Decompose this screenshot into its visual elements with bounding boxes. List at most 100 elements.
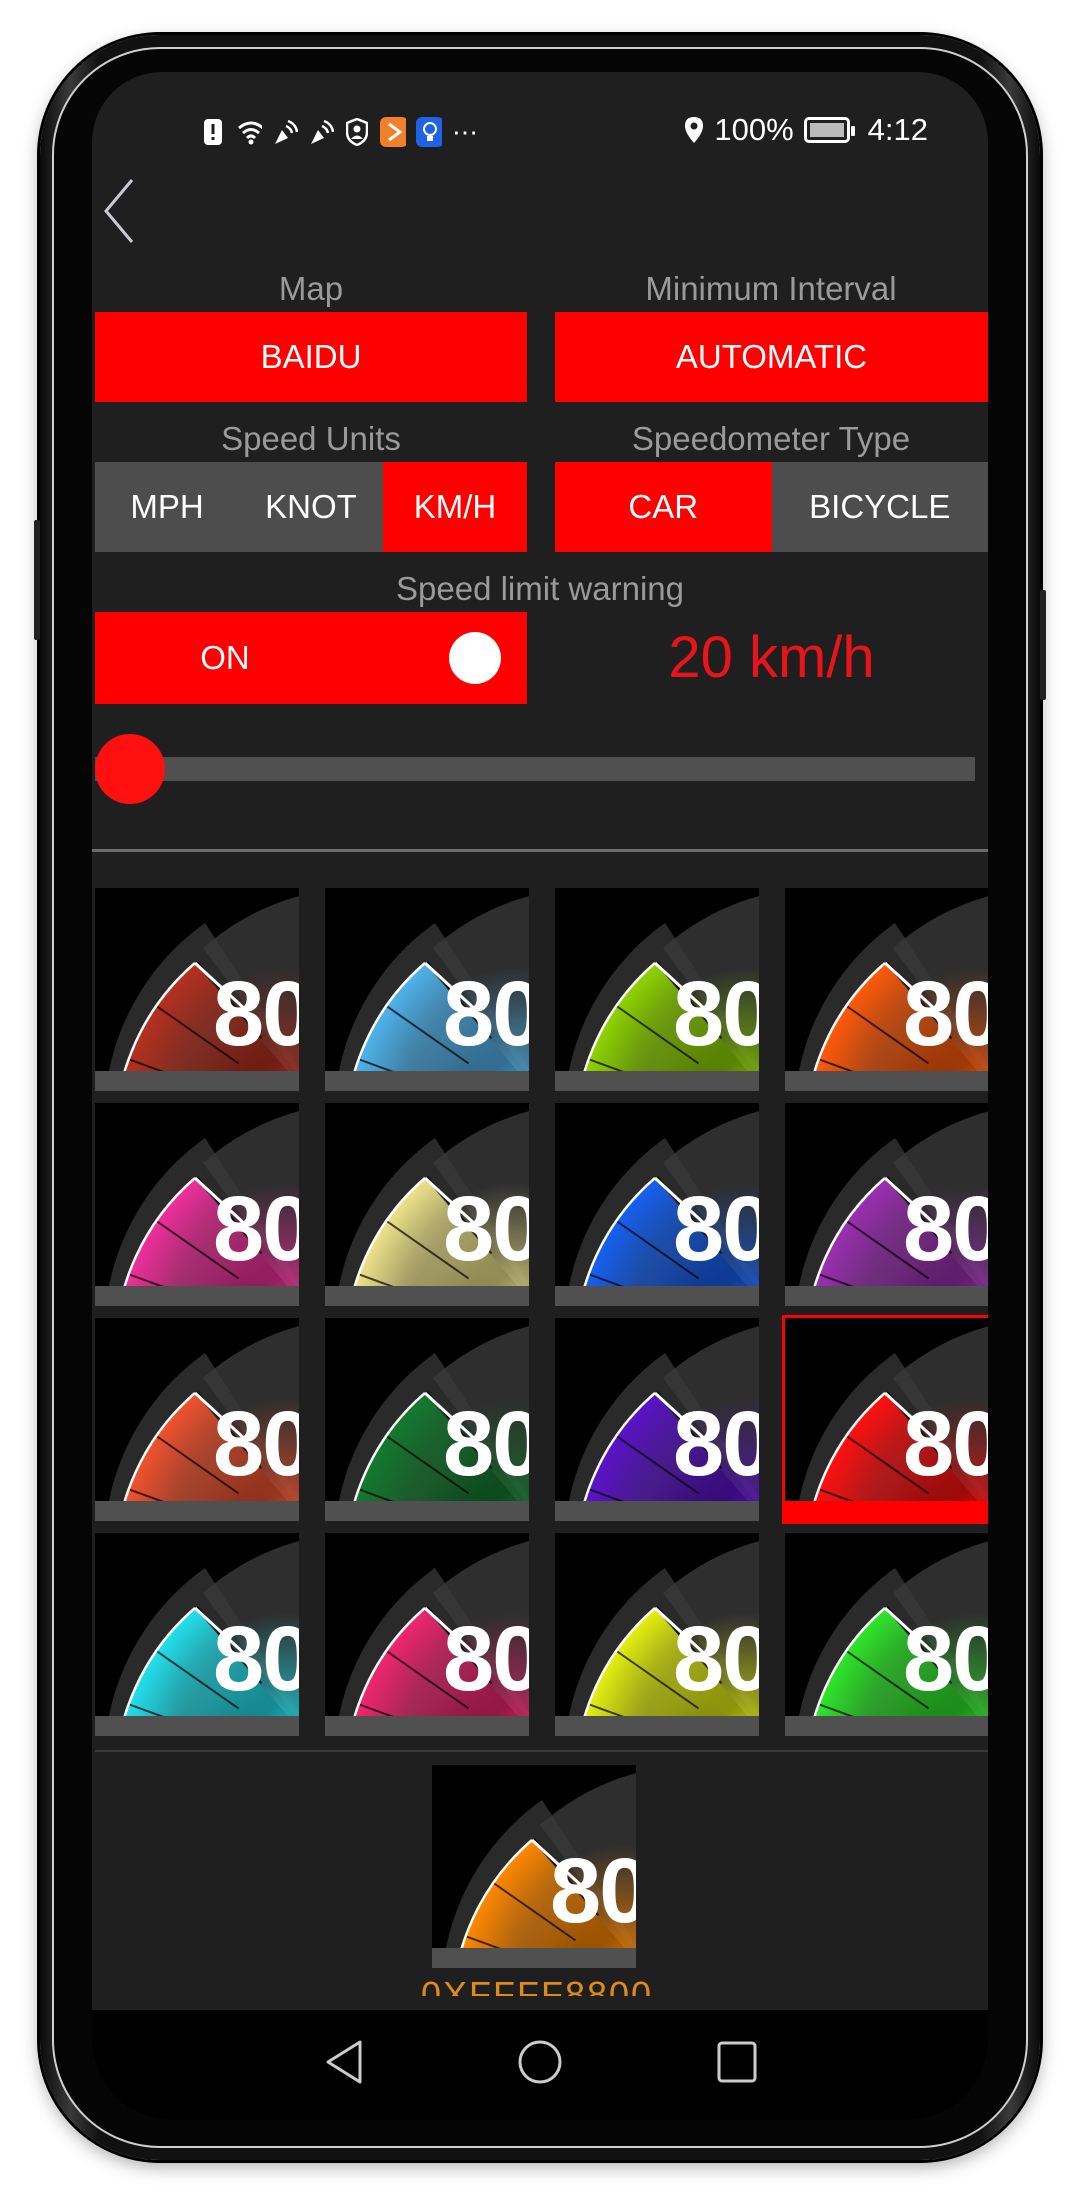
gauge-speed-number: 80 [213, 1178, 299, 1280]
toggle-knob [449, 632, 501, 684]
gauge-speed-number: 80 [443, 1178, 529, 1280]
gauge-thumbnail: 80 [555, 1533, 759, 1716]
minimum-interval-button[interactable]: AUTOMATIC [555, 312, 988, 402]
gauge-thumbnail: 80 [785, 1103, 988, 1286]
system-nav-bar [92, 2010, 988, 2120]
gauge-tile-bar [95, 1501, 299, 1521]
speed-units-label: Speed Units [221, 420, 401, 457]
nav-home-icon[interactable] [510, 2032, 570, 2092]
more-notifications-icon: ⋯ [452, 116, 478, 147]
gauge-thumbnail: 80 [95, 1533, 299, 1716]
speedometer-type-segmented: CAR BICYCLE [555, 462, 988, 552]
gauge-tile-bar [555, 1286, 759, 1306]
speedometer-type-bicycle[interactable]: BICYCLE [772, 462, 989, 552]
speed-unit-mph[interactable]: MPH [95, 462, 239, 552]
section-divider [92, 849, 988, 852]
gauge-tile-bar [785, 1501, 988, 1521]
power-button [1040, 590, 1046, 700]
gauge-color-option[interactable]: 80 [785, 1103, 988, 1306]
speed-unit-knot[interactable]: KNOT [239, 462, 383, 552]
gauge-color-option[interactable]: 80 [95, 1318, 299, 1521]
gauge-tile-bar [432, 1948, 636, 1968]
grid-divider [95, 1750, 988, 1752]
gauge-speed-number: 80 [903, 1178, 988, 1280]
gauge-color-grid: 80 80 80 80 80 80 80 80 80 80 80 80 80 8… [95, 888, 988, 1738]
app-orange-icon [380, 116, 406, 148]
gauge-speed-number: 80 [213, 1608, 299, 1710]
gauge-color-option[interactable]: 80 [785, 888, 988, 1091]
app-bulb-icon [416, 116, 442, 148]
gauge-speed-number: 80 [673, 963, 759, 1065]
speedometer-type-car[interactable]: CAR [555, 462, 772, 552]
gauge-thumbnail: 80 [555, 1318, 759, 1501]
gauge-tile-bar [785, 1071, 988, 1091]
gauge-tile-bar [325, 1501, 529, 1521]
status-right: 100% 4:12 [684, 112, 928, 148]
gauge-thumbnail: 80 [95, 1318, 299, 1501]
gauge-thumbnail: 80 [95, 1103, 299, 1286]
gauge-speed-number: 80 [550, 1840, 636, 1942]
gauge-thumbnail: 80 [325, 1533, 529, 1716]
minimum-interval-label: Minimum Interval [645, 270, 897, 307]
gauge-color-option[interactable]: 80 [555, 1103, 759, 1306]
wifi-icon [236, 116, 262, 148]
gauge-speed-number: 80 [673, 1178, 759, 1280]
gauge-tile-bar [555, 1716, 759, 1736]
speed-limit-toggle[interactable]: ON [95, 612, 527, 704]
gauge-speed-number: 80 [443, 963, 529, 1065]
speed-limit-slider-track[interactable] [95, 757, 975, 781]
gauge-tile-bar [95, 1716, 299, 1736]
signal-icon [308, 116, 334, 148]
map-select-button[interactable]: BAIDU [95, 312, 527, 402]
gauge-tile-bar [785, 1716, 988, 1736]
speed-limit-toggle-label: ON [200, 639, 250, 676]
gauge-thumbnail: 80 [555, 888, 759, 1071]
gauge-color-option[interactable]: 80 [555, 1533, 759, 1736]
gauge-tile-bar [555, 1501, 759, 1521]
nav-recents-icon[interactable] [707, 2032, 767, 2092]
gauge-tile-bar [95, 1071, 299, 1091]
gauge-color-option[interactable]: 80 [785, 1533, 988, 1736]
gauge-color-option[interactable]: 80 [95, 888, 299, 1091]
nav-back-icon[interactable] [314, 2032, 374, 2092]
gauge-tile-bar [95, 1286, 299, 1306]
gauge-color-option[interactable]: 80 [555, 888, 759, 1091]
speed-unit-kmh[interactable]: KM/H [383, 462, 527, 552]
gauge-thumbnail: 80 [785, 888, 988, 1071]
gauge-color-option[interactable]: 80 [95, 1103, 299, 1306]
gauge-speed-number: 80 [443, 1393, 529, 1495]
map-label: Map [278, 270, 344, 307]
gauge-color-option[interactable]: 80 [325, 1533, 529, 1736]
speed-limit-slider-thumb[interactable] [95, 734, 165, 804]
gauge-tile-bar [555, 1071, 759, 1091]
gauge-color-option-selected[interactable]: 80 [782, 1315, 988, 1524]
speedometer-type-label: Speedometer Type [631, 420, 911, 457]
gauge-color-option[interactable]: 80 [325, 1103, 529, 1306]
battery-charging-icon [803, 117, 855, 143]
gauge-color-option[interactable]: 80 [325, 1318, 529, 1521]
preview-color-code-text: 0XFFFF8800 [420, 1974, 654, 1996]
app-screen: ⋯ 100% 4:12 Map Minimum Interval BAIDU A… [92, 72, 988, 2120]
gauge-color-option[interactable]: 80 [555, 1318, 759, 1521]
status-icons: ⋯ [200, 116, 478, 148]
gauge-thumbnail: 80 [432, 1765, 636, 1948]
signal-icon [272, 116, 298, 148]
status-bar: ⋯ 100% 4:12 [92, 108, 988, 158]
gauge-speed-number: 80 [443, 1608, 529, 1710]
battery-percent: 100% [714, 112, 794, 147]
clock: 4:12 [867, 112, 928, 147]
gauge-thumbnail: 80 [555, 1103, 759, 1286]
gauge-thumbnail: 80 [325, 1103, 529, 1286]
gauge-color-option[interactable]: 80 [95, 1533, 299, 1736]
speed-limit-value: 20 km/h [668, 625, 875, 690]
gauge-thumbnail: 80 [785, 1533, 988, 1716]
volume-button [34, 520, 40, 640]
gauge-color-option[interactable]: 80 [325, 888, 529, 1091]
vpn-shield-icon [344, 116, 370, 148]
gauge-thumbnail: 80 [95, 888, 299, 1071]
gauge-speed-number: 80 [903, 1608, 988, 1710]
gauge-speed-number: 80 [673, 1608, 759, 1710]
speed-units-segmented: MPH KNOT KM/H [95, 462, 527, 552]
back-arrow-icon[interactable] [100, 178, 140, 244]
gauge-speed-number: 80 [213, 963, 299, 1065]
